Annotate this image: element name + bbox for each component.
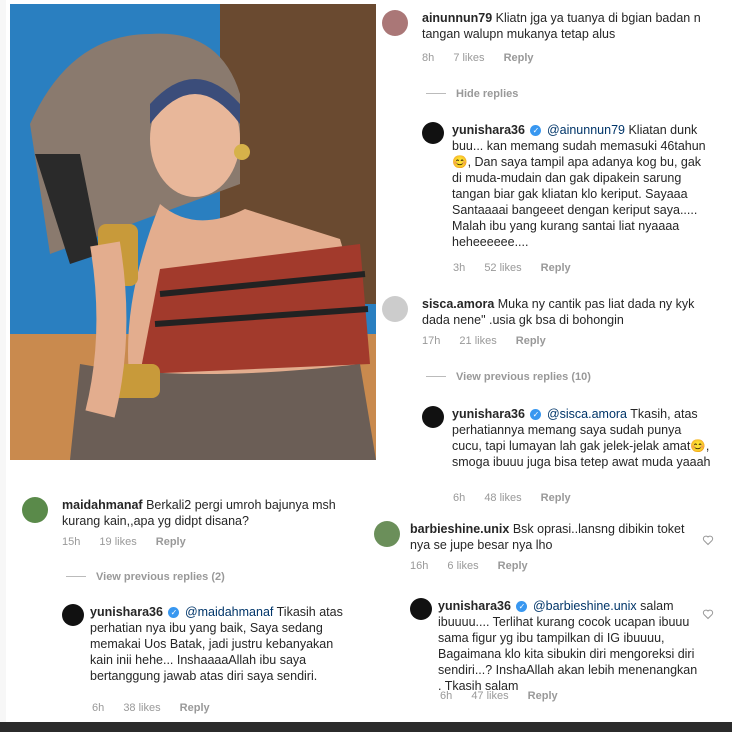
verified-badge-icon: ✓ [168,607,180,618]
reply-button[interactable]: Reply [156,536,186,548]
comment-text: Kliatan dunk buu... kan memang sudah mem… [452,123,706,249]
mention-link[interactable]: @ainunnun79 [547,123,625,137]
avatar[interactable] [22,497,48,523]
like-count[interactable]: 21 likes [459,335,496,347]
avatar[interactable] [374,521,400,547]
view-previous-label: View previous replies (10) [456,371,591,383]
comment-text: salam ibuuuu.... Terlihat kurang cocok u… [438,599,698,693]
reply-button[interactable]: Reply [541,492,571,504]
mention-link[interactable]: @sisca.amora [547,407,627,421]
avatar[interactable] [422,122,444,144]
reply-button[interactable]: Reply [528,690,558,702]
comment-username[interactable]: sisca.amora [422,297,494,311]
post-photo [10,4,376,460]
comment-username[interactable]: yunishara36 [90,605,163,619]
like-count[interactable]: 7 likes [453,52,484,64]
comment-meta: 17h 21 likes Reply [422,335,562,347]
comment-time: 8h [422,52,435,64]
comment-time: 6h [92,702,105,714]
comment-time: 6h [440,690,453,702]
thread-dash [426,376,446,377]
comment-time: 6h [453,492,466,504]
comment-time: 3h [453,262,466,274]
mention-link[interactable]: @maidahmanaf [185,605,273,619]
reply-button[interactable]: Reply [504,52,534,64]
like-count[interactable]: 48 likes [484,492,521,504]
reply-button[interactable]: Reply [541,262,571,274]
hide-replies-toggle[interactable]: Hide replies [426,88,518,100]
comment-meta: 3h 52 likes Reply [453,262,587,274]
thread-dash [66,576,86,577]
comment-meta: 6h 48 likes Reply [453,492,587,504]
verified-badge-icon: ✓ [530,125,542,136]
avatar[interactable] [62,604,84,626]
comment-username[interactable]: yunishara36 [438,599,511,613]
like-count[interactable]: 52 likes [484,262,521,274]
woman-portrait-illustration [10,4,376,460]
view-previous-replies[interactable]: View previous replies (10) [426,371,591,383]
comment-meta: 6h 47 likes Reply [440,690,574,702]
comment-meta: 8h 7 likes Reply [422,52,550,64]
hide-replies-label: Hide replies [456,88,519,100]
comment-meta: 15h 19 likes Reply [62,536,202,548]
reply-button[interactable]: Reply [498,560,528,572]
reply-button[interactable]: Reply [516,335,546,347]
view-previous-replies[interactable]: View previous replies (2) [66,571,225,583]
verified-badge-icon: ✓ [516,601,528,612]
comment-username[interactable]: maidahmanaf [62,498,143,512]
like-count[interactable]: 47 likes [471,690,508,702]
like-count[interactable]: 6 likes [447,560,478,572]
reply-button[interactable]: Reply [180,702,210,714]
comment-time: 17h [422,335,441,347]
view-previous-label: View previous replies (2) [96,571,225,583]
avatar[interactable] [410,598,432,620]
comment-time: 15h [62,536,81,548]
comment-username[interactable]: yunishara36 [452,407,525,421]
left-edge [0,0,6,722]
avatar[interactable] [382,296,408,322]
comment-meta: 6h 38 likes Reply [92,702,226,714]
avatar[interactable] [422,406,444,428]
like-count[interactable]: 38 likes [123,702,160,714]
comment-username[interactable]: barbieshine.unix [410,522,509,536]
heart-outline-icon[interactable] [702,534,714,546]
mention-link[interactable]: @barbieshine.unix [533,599,637,613]
bottom-bar [0,722,732,732]
comment-time: 16h [410,560,429,572]
heart-outline-icon[interactable] [702,608,714,620]
like-count[interactable]: 19 likes [99,536,136,548]
comment-username[interactable]: ainunnun79 [422,11,492,25]
thread-dash [426,93,446,94]
avatar[interactable] [382,10,408,36]
comment-meta: 16h 6 likes Reply [410,560,544,572]
comment-username[interactable]: yunishara36 [452,123,525,137]
verified-badge-icon: ✓ [530,409,542,420]
